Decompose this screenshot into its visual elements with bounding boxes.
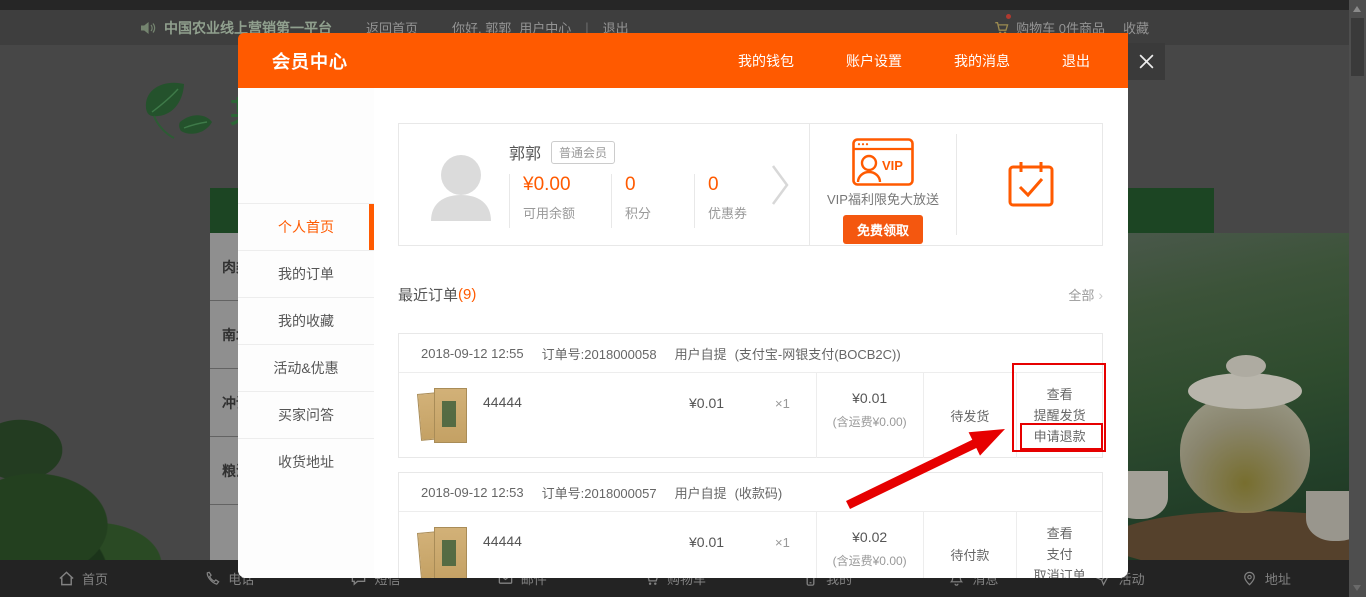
close-icon	[1138, 53, 1155, 70]
order-total: ¥0.02	[817, 529, 923, 545]
order-shipping: (含运费¥0.00)	[817, 552, 923, 569]
sidebar-spacer	[238, 88, 374, 203]
view-all-link[interactable]: 全部	[1068, 285, 1094, 304]
vip-card-icon: VIP	[852, 138, 914, 186]
product-thumbnail[interactable]	[419, 386, 469, 444]
order-product-cell: 44444 ¥0.01 ×1	[399, 512, 816, 578]
chevron-right-icon[interactable]	[769, 162, 791, 208]
product-price: ¥0.01	[689, 534, 724, 550]
vip-promo[interactable]: VIP VIP福利限免大放送 免费领取	[810, 124, 956, 245]
order-datetime: 2018-09-12 12:55	[421, 346, 524, 361]
pin-icon	[1241, 570, 1258, 587]
action-pay[interactable]: 支付	[1017, 544, 1102, 565]
action-cancel-order[interactable]: 取消订单	[1017, 565, 1102, 578]
speaker-icon	[140, 21, 156, 35]
recent-orders-count: (9)	[458, 286, 476, 303]
nav-my-messages[interactable]: 我的消息	[954, 51, 1010, 71]
teapot-body	[1180, 393, 1310, 513]
order-number: 订单号:2018000058	[542, 344, 657, 363]
order-datetime: 2018-09-12 12:53	[421, 485, 524, 500]
order-total-cell: ¥0.02 (含运费¥0.00)	[816, 512, 923, 578]
order-product-cell: 44444 ¥0.01 ×1	[399, 373, 816, 458]
product-qty: ×1	[775, 396, 790, 411]
product-name[interactable]: 44444	[483, 533, 522, 549]
claim-free-button[interactable]: 免费领取	[843, 215, 923, 244]
product-thumbnail[interactable]	[419, 525, 469, 578]
user-name: 郭郭	[509, 140, 541, 164]
nav-my-wallet[interactable]: 我的钱包	[738, 51, 794, 71]
recent-orders-title: 最近订单	[398, 284, 458, 305]
page-scrollbar[interactable]	[1349, 0, 1366, 597]
recent-orders-header: 最近订单 (9) 全部 ›	[398, 284, 1103, 305]
sidebar-item-promotions[interactable]: 活动&优惠	[238, 344, 374, 391]
order-status: 待付款	[923, 512, 1017, 578]
home-icon	[58, 570, 75, 587]
sign-in-calendar[interactable]	[957, 124, 1104, 245]
profile-stats: ¥0.00 可用余额 0 积分 0 优惠券	[509, 174, 804, 228]
bottom-nav-address[interactable]: 地址	[1241, 569, 1291, 588]
order-header: 2018-09-12 12:55 订单号:2018000058 用户自提 (支付…	[399, 334, 1102, 373]
product-bag	[434, 527, 467, 578]
order-payment: (支付宝-网银支付(BOCB2C))	[735, 344, 901, 363]
profile-card: 郭郭 普通会员 ¥0.00 可用余额 0 积分 0 优惠券	[398, 123, 1103, 246]
sidebar-item-my-orders[interactable]: 我的订单	[238, 250, 374, 297]
modal-title: 会员中心	[272, 48, 348, 74]
chevron-right-icon: ›	[1098, 287, 1103, 303]
phone-icon	[204, 570, 221, 587]
cart-badge-dot	[1006, 14, 1011, 19]
svg-text:VIP: VIP	[882, 158, 903, 173]
sidebar-item-my-favorites[interactable]: 我的收藏	[238, 297, 374, 344]
order-delivery: 用户自提	[675, 344, 727, 363]
product-bag	[434, 388, 467, 443]
background-photo-left	[0, 300, 210, 560]
stat-balance[interactable]: ¥0.00 可用余额	[509, 174, 611, 228]
nav-logout[interactable]: 退出	[1062, 51, 1090, 71]
bottom-nav-home[interactable]: 首页	[58, 569, 108, 588]
scrollbar-thumb[interactable]	[1351, 18, 1364, 76]
order-actions: 查看 支付 取消订单	[1016, 512, 1102, 578]
annotation-highlight-box	[1020, 423, 1103, 450]
teapot-lid	[1188, 373, 1302, 409]
action-view[interactable]: 查看	[1017, 523, 1102, 544]
member-level-badge: 普通会员	[551, 141, 615, 164]
order-number: 订单号:2018000057	[542, 483, 657, 502]
product-bag-art	[442, 540, 456, 566]
modal-nav: 我的钱包 账户设置 我的消息 退出	[738, 51, 1090, 71]
modal-header: 会员中心 我的钱包 账户设置 我的消息 退出	[238, 33, 1128, 88]
product-qty: ×1	[775, 535, 790, 550]
scrollbar-up-arrow[interactable]	[1353, 6, 1361, 12]
avatar	[429, 151, 493, 221]
nav-account-settings[interactable]: 账户设置	[846, 51, 902, 71]
stat-points[interactable]: 0 积分	[611, 174, 694, 228]
order-payment: (收款码)	[735, 483, 783, 502]
background-photo-tea	[1128, 233, 1349, 560]
calendar-check-icon	[1007, 160, 1055, 208]
product-name[interactable]: 44444	[483, 394, 522, 410]
tea-cup	[1306, 491, 1349, 541]
order-total: ¥0.01	[817, 390, 923, 406]
sidebar-item-shipping-address[interactable]: 收货地址	[238, 438, 374, 485]
order-delivery: 用户自提	[675, 483, 727, 502]
vip-promo-title: VIP福利限免大放送	[810, 189, 956, 208]
leaf-logo-icon	[134, 76, 216, 150]
modal-sidebar: 个人首页 我的订单 我的收藏 活动&优惠 买家问答 收货地址	[238, 88, 374, 578]
close-button[interactable]	[1128, 43, 1165, 80]
sidebar-item-personal-home[interactable]: 个人首页	[238, 203, 374, 250]
product-bag-art	[442, 401, 456, 427]
screenshot-canvas: 中国农业线上营销第一平台 返回首页 你好, 郭郭 用户中心 | 退出 购物车 0…	[0, 0, 1366, 597]
product-price: ¥0.01	[689, 395, 724, 411]
sidebar-item-buyer-qa[interactable]: 买家问答	[238, 391, 374, 438]
scrollbar-down-arrow[interactable]	[1353, 585, 1361, 591]
window-top-strip	[0, 0, 1366, 10]
teapot-knob	[1226, 355, 1266, 377]
annotation-arrow	[840, 420, 1015, 515]
tea-cup	[1128, 471, 1168, 519]
